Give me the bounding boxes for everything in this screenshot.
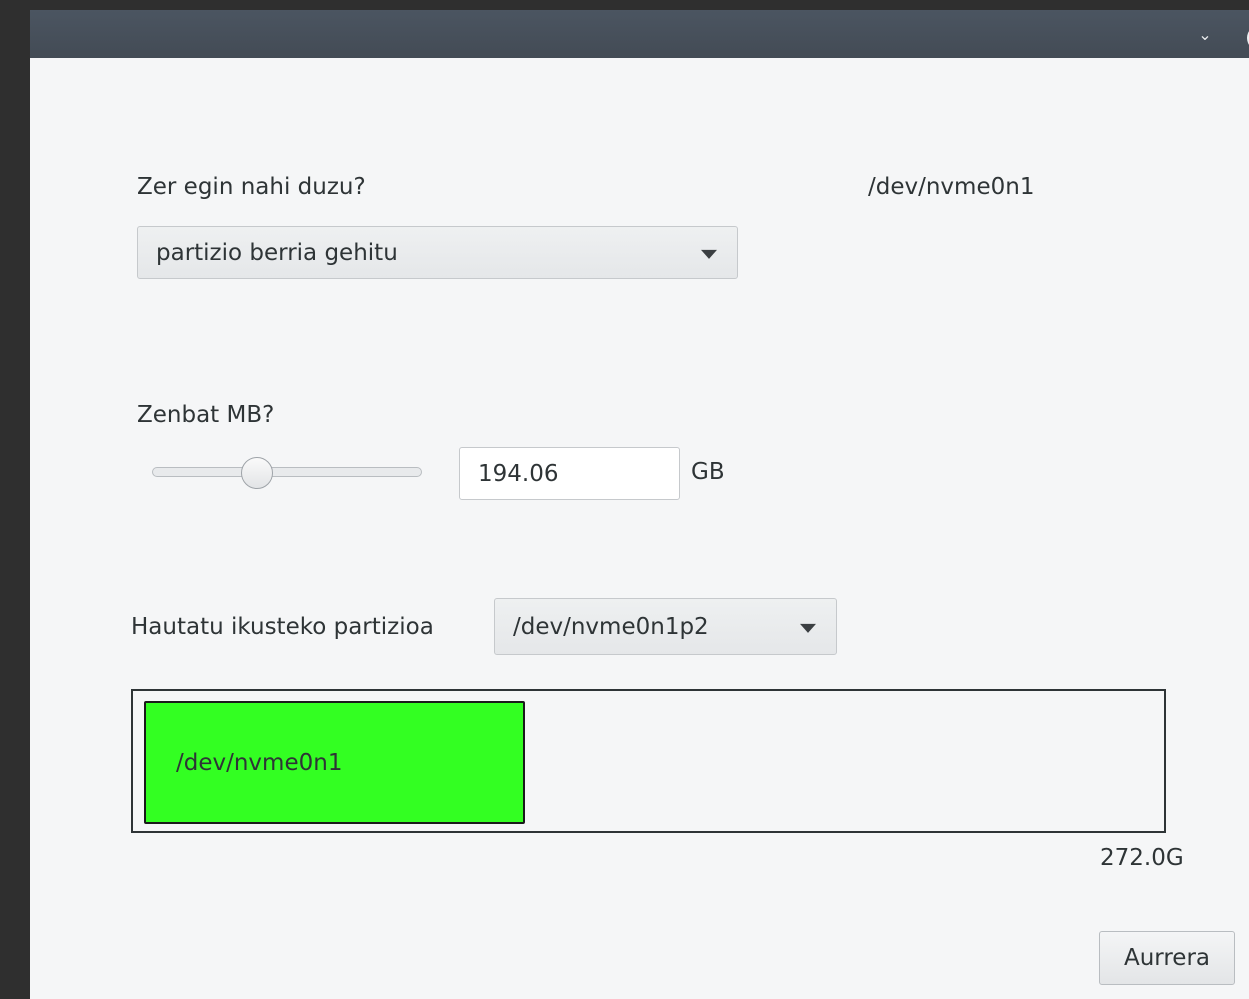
partition-block-label: /dev/nvme0n1 <box>176 749 343 776</box>
dropdown-arrow-icon <box>800 623 816 633</box>
partition-dialog: Zer egin nahi duzu? /dev/nvme0n1 partizi… <box>30 58 1249 999</box>
device-name-label: /dev/nvme0n1 <box>868 174 1035 200</box>
partition-select[interactable]: /dev/nvme0n1p2 <box>494 598 837 655</box>
partition-view-label: Hautatu ikusteko partizioa <box>131 614 434 640</box>
chevron-down-icon[interactable]: ⌄ <box>1194 26 1216 44</box>
size-slider-track[interactable] <box>152 467 422 477</box>
action-question-label: Zer egin nahi duzu? <box>137 174 366 200</box>
partition-block[interactable]: /dev/nvme0n1 <box>144 701 525 824</box>
disk-total-size: 272.0G <box>1100 845 1184 871</box>
size-input[interactable] <box>459 447 680 500</box>
window-titlebar[interactable]: ⌄ ✕ <box>30 10 1249 59</box>
size-unit-label: GB <box>691 459 725 485</box>
partition-map: /dev/nvme0n1 <box>131 689 1166 833</box>
background-top <box>30 0 1249 10</box>
action-select[interactable]: partizio berria gehitu <box>137 226 738 279</box>
next-button[interactable]: Aurrera <box>1099 931 1235 985</box>
partition-select-value: /dev/nvme0n1p2 <box>513 613 709 640</box>
dropdown-arrow-icon <box>701 249 717 259</box>
size-slider-handle[interactable] <box>241 457 274 489</box>
background-edge <box>0 0 30 999</box>
action-select-value: partizio berria gehitu <box>156 239 398 266</box>
size-label: Zenbat MB? <box>137 402 275 428</box>
